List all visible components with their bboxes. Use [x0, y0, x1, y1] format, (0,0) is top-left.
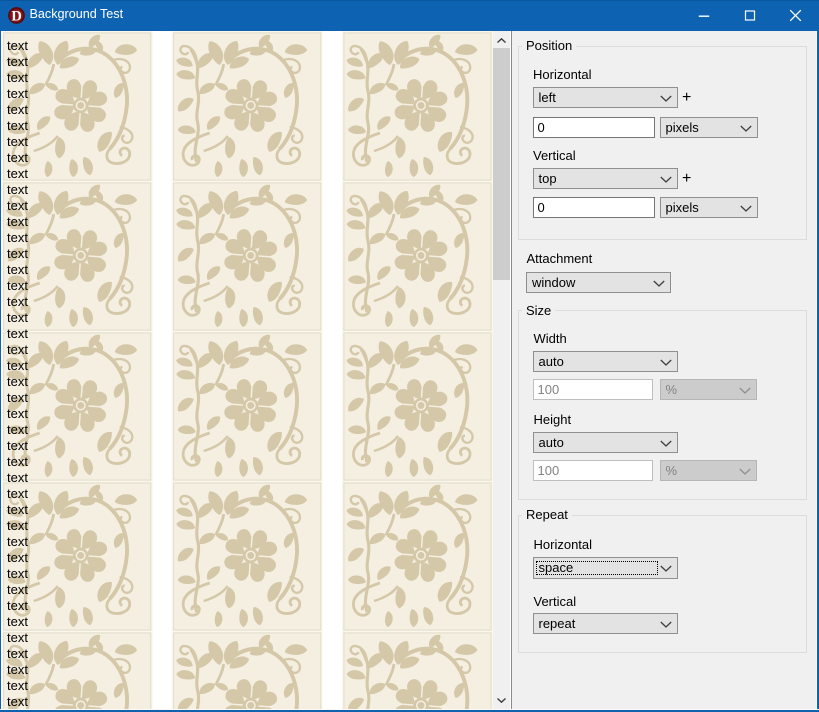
svg-text:D: D	[11, 9, 21, 25]
